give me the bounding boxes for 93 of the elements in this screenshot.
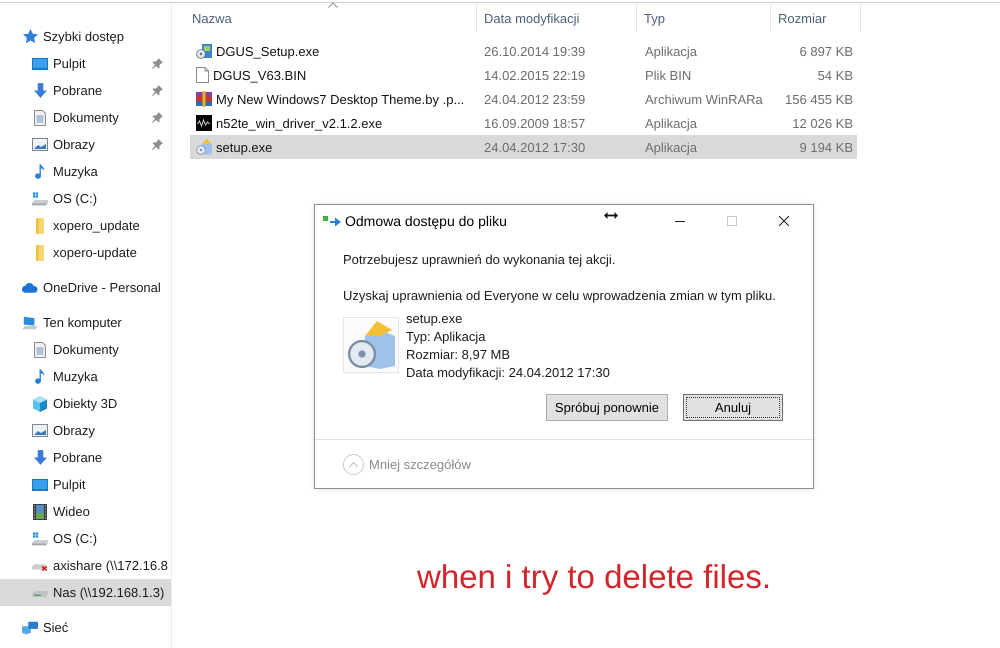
annotation-text: when i try to delete files. (417, 558, 772, 595)
file-row[interactable]: DGUS_Setup.exe 26.10.2014 19:39 Aplikacja 6 897 KB (190, 39, 857, 63)
sidebar-item[interactable]: Sieć (0, 614, 171, 641)
setup-icon (343, 317, 399, 373)
file-type: Plik BIN (645, 68, 692, 82)
sidebar-item[interactable]: OS (C:) (0, 525, 171, 552)
file-modified: Data modyfikacji: 24.04.2012 17:30 (406, 364, 610, 382)
file-type: Aplikacja (645, 140, 698, 154)
transfer-icon (323, 215, 341, 227)
sidebar-item[interactable]: OneDrive - Personal (0, 274, 171, 301)
drive-icon (32, 192, 48, 206)
picture-icon (32, 138, 48, 151)
file-type: Typ: Aplikacja (406, 328, 486, 346)
sidebar-item[interactable]: Pobrane (0, 77, 171, 104)
folder-icon (36, 244, 44, 260)
file-size: 6 897 KB (800, 44, 853, 58)
sidebar-item[interactable]: Pobrane (0, 444, 171, 471)
file-name: DGUS_V63.BIN (213, 68, 306, 82)
drive-icon (32, 532, 48, 546)
sidebar-item[interactable]: Pulpit (0, 471, 171, 498)
file-type: Aplikacja (645, 44, 698, 58)
modified-date: 24.04.2012 23:59 (484, 92, 586, 106)
window-title: Odmowa dostępu do pliku (345, 213, 507, 229)
sidebar-item[interactable]: Szybki dostęp (0, 23, 171, 50)
music-note-icon (35, 369, 45, 384)
document-icon (34, 342, 46, 358)
monitor-icon (32, 58, 48, 70)
file-row[interactable]: n52te_win_driver_v2.1.2.exe 16.09.2009 18:57 Aplikacja 12 026 KB (190, 111, 857, 135)
star-icon (22, 29, 38, 44)
sidebar-item[interactable]: Muzyka (0, 158, 171, 185)
network-icon (22, 620, 38, 634)
sidebar-item[interactable]: Ten komputer (0, 309, 171, 336)
sidebar-item[interactable]: Pulpit (0, 50, 171, 77)
maximize-icon (727, 216, 737, 226)
monitor-icon (32, 478, 48, 490)
file-size: 12 026 KB (792, 116, 853, 130)
music-note-icon (35, 164, 45, 179)
installer-icon (196, 43, 212, 59)
file-name: setup.exe (406, 310, 464, 328)
sidebar-item[interactable]: Muzyka (0, 363, 171, 390)
file-size: 9 194 KB (800, 140, 853, 154)
file-row[interactable]: setup.exe 24.04.2012 17:30 Aplikacja 9 194 KB (190, 135, 857, 159)
picture-icon (32, 424, 48, 437)
sidebar-item[interactable]: Dokumenty (0, 336, 171, 363)
file-type: Archiwum WinRARa (645, 92, 763, 106)
file-row[interactable]: My New Windows7 Desktop Theme.by .p... 24.04.2012 23:59 Archiwum WinRARa 156 455 KB (190, 87, 857, 111)
file-size: 156 455 KB (785, 92, 853, 106)
film-icon (33, 504, 47, 520)
file-name: n52te_win_driver_v2.1.2.exe (216, 116, 382, 130)
sidebar-item[interactable]: OS (C:) (0, 185, 171, 212)
down-arrow-icon (34, 83, 46, 98)
file-name: DGUS_Setup.exe (216, 44, 320, 58)
sidebar-item[interactable]: xopero_update (0, 212, 171, 239)
file-type: Aplikacja (645, 116, 698, 130)
file-size: 54 KB (818, 68, 853, 82)
network-drive-icon (32, 588, 48, 596)
modified-date: 16.09.2009 18:57 (484, 116, 586, 130)
modified-date: 14.02.2015 22:19 (484, 68, 586, 82)
sidebar-item[interactable]: Obrazy (0, 131, 171, 158)
column-header[interactable]: Rozmiar (771, 4, 861, 32)
dialog-button[interactable]: Anuluj (683, 394, 783, 421)
down-arrow-icon (34, 450, 46, 465)
cloud-icon (22, 282, 38, 294)
sidebar-item[interactable]: Obrazy (0, 417, 171, 444)
document-icon (34, 110, 46, 126)
setup-icon (196, 139, 212, 155)
archive-icon (196, 91, 212, 107)
sidebar-item[interactable]: Obiekty 3D (0, 390, 171, 417)
close-icon (779, 216, 789, 226)
dialog-button[interactable]: Spróbuj ponownie (546, 394, 668, 421)
file-size: Rozmiar: 8,97 MB (406, 346, 512, 364)
dialog-message: Potrzebujesz uprawnień do wykonania tej akcji. (343, 252, 616, 268)
sidebar-item[interactable]: Nas (\\192.168.1.3) (0, 579, 171, 606)
column-header[interactable]: Typ (637, 4, 771, 32)
modified-date: 24.04.2012 17:30 (484, 140, 586, 154)
app-icon (196, 115, 212, 131)
resize-cursor-icon (604, 212, 618, 219)
column-header[interactable]: Data modyfikacji (477, 4, 637, 32)
file-name: setup.exe (216, 140, 272, 154)
column-header[interactable]: Nazwa (190, 4, 477, 32)
folder-icon (36, 218, 44, 234)
sidebar-item[interactable]: xopero-update (0, 239, 171, 266)
dialog-instruction: Uzyskaj uprawnienia od Everyone w celu wprowadzenia zmian w tym pliku. (343, 288, 777, 304)
sidebar-item[interactable]: Wideo (0, 498, 171, 525)
cube-icon (32, 396, 48, 412)
file-icon (196, 67, 209, 83)
file-row[interactable]: DGUS_V63.BIN 14.02.2015 22:19 Plik BIN 54 KB (190, 63, 857, 87)
sidebar-item[interactable]: axishare (\\172.16.8 (0, 552, 171, 579)
sidebar-item[interactable]: Dokumenty (0, 104, 171, 131)
modified-date: 26.10.2014 19:39 (484, 44, 586, 58)
laptop-icon (22, 316, 38, 330)
minimize-icon (675, 220, 685, 222)
file-name: My New Windows7 Desktop Theme.by .p... (216, 92, 464, 106)
